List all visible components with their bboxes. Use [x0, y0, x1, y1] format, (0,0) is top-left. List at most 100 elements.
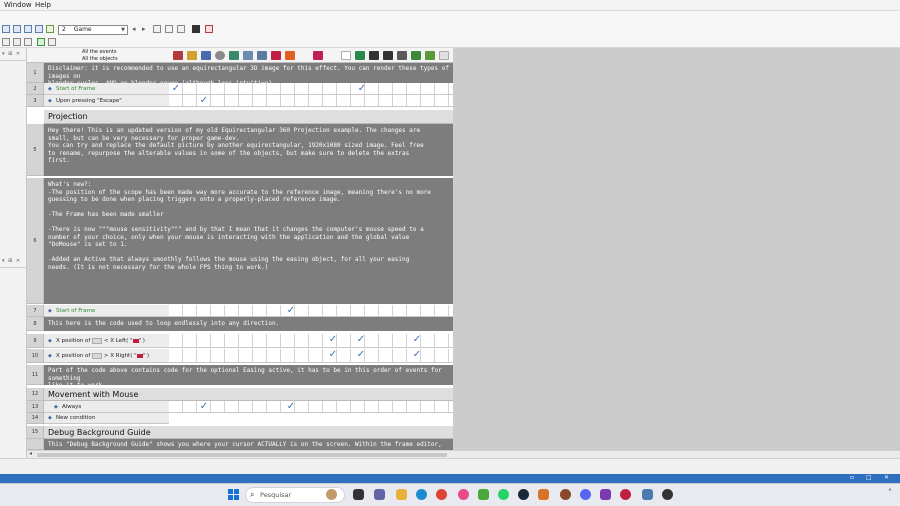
action-cell[interactable] [225, 401, 239, 412]
action-cell[interactable] [407, 95, 421, 106]
scrollbar-thumb[interactable] [37, 453, 447, 457]
new-condition[interactable]: ◆ New condition [44, 413, 169, 424]
action-cell[interactable] [211, 334, 225, 347]
condition[interactable]: ◆ Start of Frame [44, 305, 169, 317]
group-title[interactable]: Debug Background Guide [44, 426, 453, 439]
action-cell[interactable] [183, 401, 197, 412]
chrome-icon[interactable] [436, 489, 447, 500]
action-cell[interactable] [211, 305, 225, 316]
check-icon[interactable]: ✓ [354, 349, 368, 362]
action-cell[interactable] [267, 95, 281, 106]
action-cell[interactable] [393, 305, 407, 316]
check-icon[interactable]: ✓ [326, 349, 340, 362]
frame-editor-icon[interactable] [24, 25, 32, 33]
action-cell[interactable] [309, 349, 323, 362]
comment[interactable]: Part of the code above contains code for… [44, 365, 453, 385]
action-cell[interactable] [225, 95, 239, 106]
action-cell[interactable] [365, 95, 379, 106]
action-cell[interactable] [183, 83, 197, 94]
action-cell[interactable] [323, 83, 337, 94]
event-group-projection[interactable]: Projection [27, 110, 453, 124]
condition[interactable]: ◆ Start of Frame [44, 83, 169, 95]
run-app-icon[interactable] [165, 25, 173, 33]
event-row-7[interactable]: 7 ◆ Start of Frame ✓ [27, 305, 453, 317]
app-icon[interactable] [560, 489, 571, 500]
create-object-icon[interactable] [229, 51, 239, 60]
action-cell[interactable] [267, 305, 281, 316]
action-cell[interactable] [351, 95, 365, 106]
action-cell[interactable] [197, 349, 211, 362]
check-icon[interactable]: ✓ [410, 334, 424, 347]
action-cell[interactable] [211, 83, 225, 94]
action-cell[interactable] [253, 95, 267, 106]
check-icon[interactable]: ✓ [197, 95, 211, 106]
action-cell[interactable] [435, 401, 449, 412]
action-cell[interactable] [211, 95, 225, 106]
group-title[interactable]: Projection [44, 110, 453, 124]
check-icon[interactable]: ✓ [197, 401, 211, 412]
action-cell[interactable] [295, 349, 309, 362]
storyboard-icon[interactable] [13, 25, 21, 33]
action-cell[interactable] [253, 349, 267, 362]
action-cell[interactable] [365, 401, 379, 412]
action-cell[interactable] [407, 305, 421, 316]
action-cell[interactable] [393, 349, 407, 362]
panel-controls-icon[interactable]: ▾ ⊞ ✕ [2, 258, 21, 264]
prev-frame-icon[interactable]: ◂ [132, 25, 136, 33]
event-group-movement[interactable]: 12 Movement with Mouse [27, 388, 453, 401]
action-cell[interactable] [197, 83, 211, 94]
action-cell[interactable] [295, 95, 309, 106]
check-icon[interactable]: ✓ [326, 334, 340, 347]
action-cell[interactable] [421, 305, 435, 316]
condition[interactable]: ◆ X position of > X Right( " " ) [44, 349, 169, 363]
action-cell[interactable] [379, 95, 393, 106]
debug-icon[interactable] [205, 25, 213, 33]
close-icon[interactable]: ✕ [884, 474, 889, 481]
check-icon[interactable]: ✓ [355, 83, 369, 94]
event-row-3[interactable]: 3 ◆ Upon pressing "Escape" ✓ [27, 95, 453, 107]
start-icon[interactable] [228, 489, 240, 501]
action-cell[interactable] [379, 401, 393, 412]
comment[interactable]: This here is the code used to loop endle… [44, 317, 453, 331]
action-cell[interactable] [365, 305, 379, 316]
zoom-icon[interactable] [2, 38, 10, 46]
event-row-10[interactable]: 10 ◆ X position of > X Right( " " ) ✓ ✓ ✓ [27, 349, 453, 363]
edge-icon[interactable] [416, 489, 427, 500]
action-cell[interactable] [379, 334, 393, 347]
action-cell[interactable] [197, 334, 211, 347]
string-icon[interactable] [369, 51, 379, 60]
clickteam-icon[interactable] [642, 489, 653, 500]
action-cell[interactable] [225, 349, 239, 362]
action-cell[interactable] [225, 83, 239, 94]
event-row-11[interactable]: 11 Part of the code above contains code … [27, 365, 453, 385]
string-icon[interactable] [383, 51, 393, 60]
next-frame-icon[interactable]: ▸ [142, 25, 146, 33]
event-row-13[interactable]: 13 ◆ Always ✓ ✓ [27, 401, 453, 413]
file-explorer-icon[interactable] [396, 489, 407, 500]
sound-icon[interactable] [187, 51, 197, 60]
action-cell[interactable] [393, 334, 407, 347]
action-cell[interactable] [211, 349, 225, 362]
picture-icon[interactable] [425, 51, 435, 60]
insert-event-icon[interactable] [37, 38, 45, 46]
timer-icon[interactable] [215, 51, 225, 60]
action-cell[interactable] [393, 95, 407, 106]
chat-icon[interactable] [374, 489, 385, 500]
action-cell[interactable] [309, 83, 323, 94]
action-cell[interactable] [183, 95, 197, 106]
action-cell[interactable] [435, 83, 449, 94]
action-cell[interactable] [337, 83, 351, 94]
maximize-icon[interactable]: □ [866, 474, 872, 481]
active-object-icon[interactable] [271, 51, 281, 60]
check-icon[interactable]: ✓ [410, 349, 424, 362]
keyboard-mouse-icon[interactable] [243, 51, 253, 60]
action-cell[interactable] [253, 83, 267, 94]
build-icon[interactable] [177, 25, 185, 33]
action-cell[interactable] [281, 349, 295, 362]
event-row-16[interactable]: This "Debug Background Guide" shows you … [27, 439, 453, 450]
action-cell[interactable] [267, 334, 281, 347]
grid-icon[interactable] [13, 38, 21, 46]
action-cell[interactable] [197, 305, 211, 316]
action-cell[interactable] [281, 334, 295, 347]
action-cell[interactable] [183, 349, 197, 362]
